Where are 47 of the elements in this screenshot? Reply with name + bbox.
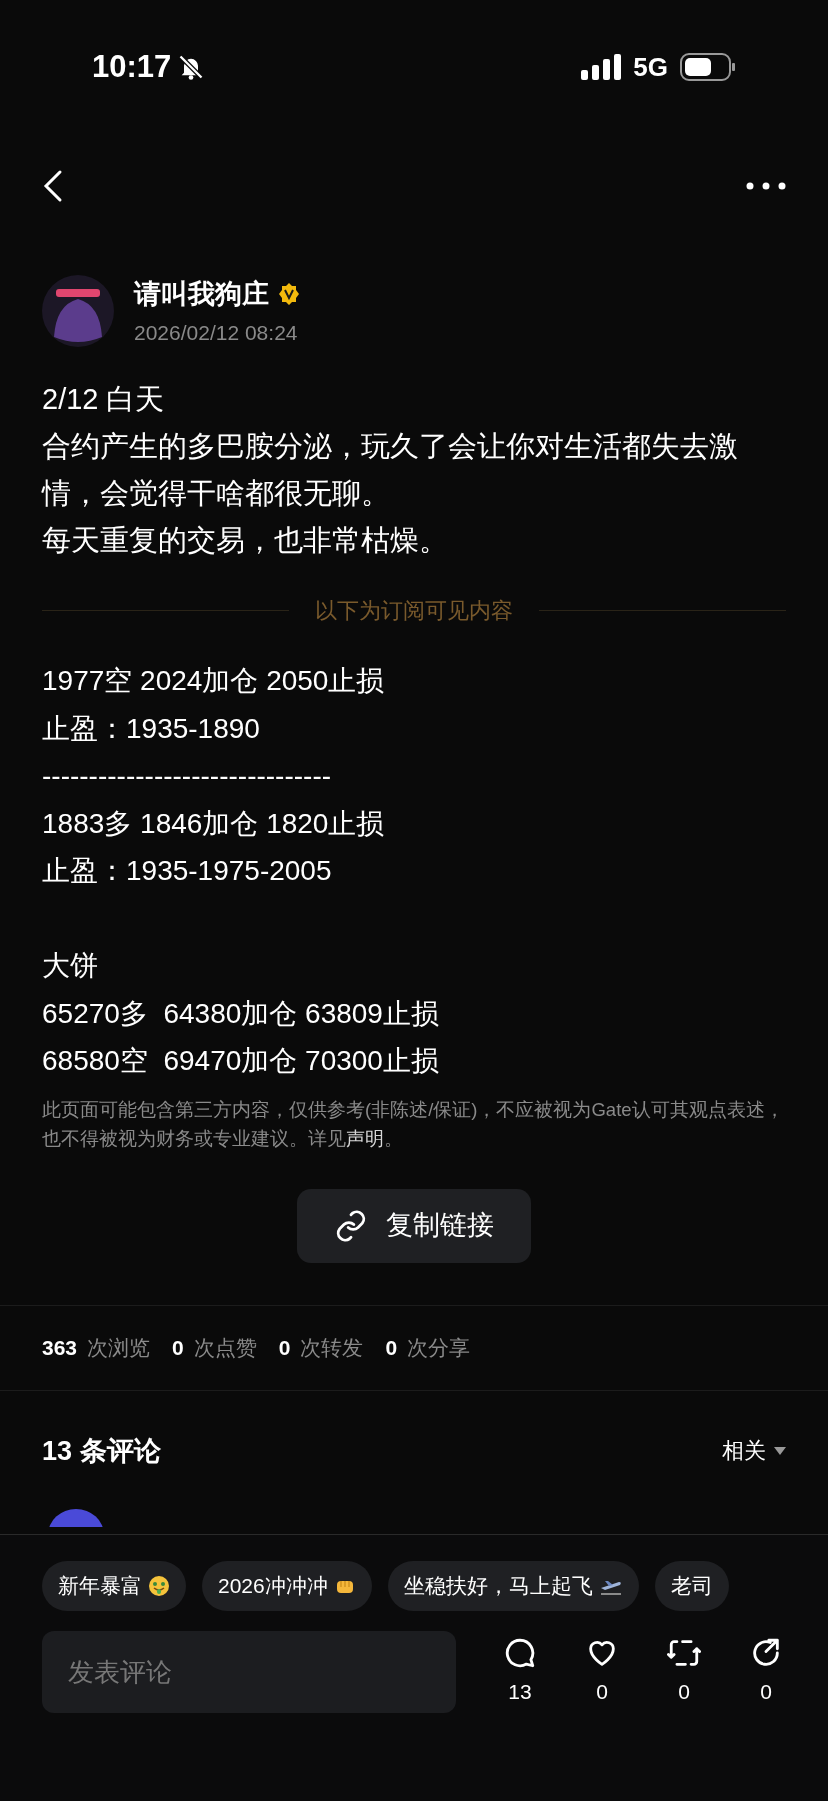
more-icon[interactable] bbox=[746, 182, 786, 190]
subscriber-divider-label: 以下为订阅可见内容 bbox=[315, 597, 513, 625]
action-count: 0 bbox=[596, 1679, 608, 1706]
post-text: 65270多 64380加仓 63809止损 bbox=[42, 996, 440, 1031]
post-text: 2/12 白天 bbox=[42, 382, 166, 417]
stat-label: 次转发 bbox=[300, 1334, 364, 1361]
stat-label: 次分享 bbox=[407, 1334, 471, 1361]
post-text: 1977空 2024加仓 2050止损 bbox=[42, 664, 386, 698]
quick-reply-chip[interactable]: 老司 bbox=[654, 1561, 729, 1611]
comments-title: 13 条评论 bbox=[42, 1434, 161, 1468]
battery-icon bbox=[680, 53, 736, 81]
link-icon bbox=[334, 1208, 368, 1243]
money-face-icon bbox=[148, 1575, 170, 1597]
post-text: 合约产生的多巴胺分泌，玩久了会让你对生活都失去激情，会觉得干啥都很无聊。 bbox=[42, 429, 739, 511]
disclaimer-text: 此页面可能包含第三方内容，仅供参考(非陈述/保证)，不应被视为Gate认可其观点表述，也不得被视为财务或专业建议。详见声明。 bbox=[41, 1097, 785, 1151]
post-text: 止盈：1935-1975-2005 bbox=[42, 854, 333, 888]
comment-input[interactable]: 发表评论 bbox=[42, 1631, 456, 1713]
quick-reply-chip[interactable]: 2026冲冲冲 bbox=[202, 1561, 372, 1611]
stat-count: 363 bbox=[42, 1334, 78, 1361]
post-text: 止盈：1935-1890 bbox=[42, 711, 261, 746]
muted-bell-icon bbox=[177, 53, 206, 81]
stat-label: 次点赞 bbox=[193, 1334, 257, 1361]
avatar[interactable] bbox=[42, 275, 114, 347]
quick-reply-chip[interactable]: 坐稳扶好，马上起飞 bbox=[387, 1561, 639, 1611]
post-text: 1883多 1846加仓 1820止损 bbox=[42, 806, 386, 841]
stat-count: 0 bbox=[385, 1334, 398, 1361]
signal-icon bbox=[581, 54, 622, 80]
action-count: 0 bbox=[760, 1679, 772, 1706]
status-time: 10:17 bbox=[92, 47, 172, 86]
stat-count: 0 bbox=[172, 1334, 184, 1361]
post-text: 每天重复的交易，也非常枯燥。 bbox=[42, 523, 449, 558]
quick-reply-chip[interactable]: 新年暴富 bbox=[42, 1561, 186, 1611]
network-label: 5G bbox=[633, 50, 668, 84]
statement-link[interactable]: 声明 bbox=[346, 1127, 384, 1149]
author-name[interactable]: 请叫我狗庄 bbox=[134, 274, 269, 315]
caret-icon bbox=[774, 1446, 786, 1455]
stat-count: 0 bbox=[278, 1334, 291, 1361]
action-count: 0 bbox=[678, 1679, 690, 1706]
post-text: ------------------------------- bbox=[42, 759, 333, 793]
stat-label: 次浏览 bbox=[87, 1334, 151, 1361]
post-text: 大饼 bbox=[42, 949, 99, 983]
copy-link-button[interactable]: 复制链接 bbox=[297, 1188, 531, 1263]
post-text: 68580空 69470加仓 70300止损 bbox=[42, 1044, 440, 1078]
post-date: 2026/02/12 08:24 bbox=[134, 319, 299, 346]
back-icon[interactable] bbox=[42, 169, 64, 203]
sort-dropdown[interactable]: 相关 bbox=[722, 1434, 786, 1468]
action-count: 13 bbox=[508, 1679, 532, 1706]
